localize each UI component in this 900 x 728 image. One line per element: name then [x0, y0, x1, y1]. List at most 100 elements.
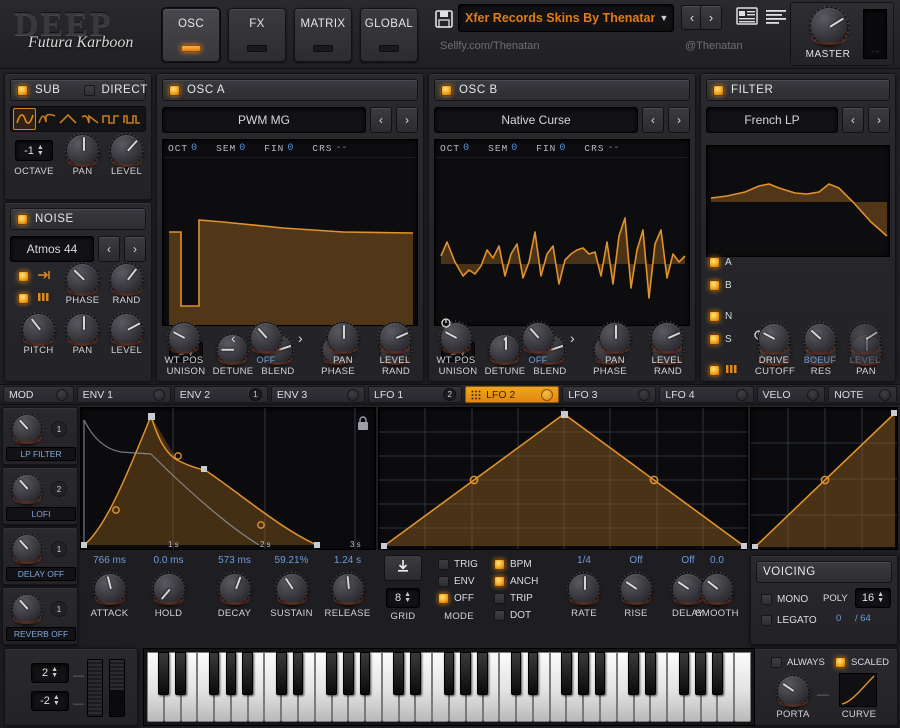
- ramp-wave-icon[interactable]: [79, 108, 100, 130]
- porta-scaled[interactable]: SCALED: [835, 654, 889, 671]
- filter-drive-knob[interactable]: [756, 321, 792, 355]
- black-key[interactable]: [695, 652, 707, 696]
- tab-global[interactable]: GLOBAL: [360, 8, 418, 62]
- black-key[interactable]: [410, 652, 421, 696]
- filter-boeuf-knob[interactable]: [802, 321, 838, 355]
- pitch-wheel[interactable]: [87, 659, 103, 717]
- direct-toggle[interactable]: [84, 84, 96, 96]
- black-key[interactable]: [678, 652, 690, 696]
- osc-a-next-button[interactable]: ›: [396, 107, 418, 133]
- pulse-wave-icon[interactable]: [122, 108, 143, 130]
- lfo-sync-anch-led[interactable]: [494, 576, 505, 587]
- lfo-display[interactable]: [378, 407, 748, 550]
- preset-selector[interactable]: Xfer Records Skins By Thenatan ▼: [458, 4, 674, 32]
- tab-env-3[interactable]: ENV 3: [270, 386, 366, 403]
- black-key[interactable]: [292, 652, 304, 696]
- fx-slot-lp-filter[interactable]: 1 LP FILTER: [2, 407, 78, 465]
- fx-slot-lofi[interactable]: 2 LOFI: [2, 467, 78, 525]
- black-key[interactable]: [460, 652, 472, 696]
- black-key[interactable]: [577, 652, 589, 696]
- black-key[interactable]: [510, 652, 522, 696]
- black-key[interactable]: [628, 652, 639, 696]
- lfo-mode-off-led[interactable]: [438, 593, 449, 604]
- mod-curve-display[interactable]: [750, 407, 898, 550]
- filter-response-display[interactable]: [706, 145, 890, 257]
- noise-enable-led[interactable]: [17, 213, 28, 225]
- fx-delay-knob[interactable]: [11, 533, 43, 564]
- noise-pitch-knob[interactable]: [20, 311, 57, 346]
- tab-note-ring[interactable]: [878, 388, 891, 401]
- lfo-smooth-knob[interactable]: [699, 571, 735, 605]
- tab-lfo-4[interactable]: LFO 4: [659, 386, 754, 403]
- lfo-mode-env-led[interactable]: [438, 576, 449, 587]
- osc-b-crs-value[interactable]: --: [607, 143, 619, 154]
- lfo-mode-off[interactable]: OFF: [438, 590, 478, 607]
- lfo-mode-trig-led[interactable]: [438, 559, 449, 570]
- sustain-knob[interactable]: [274, 571, 310, 605]
- black-key[interactable]: [359, 652, 371, 696]
- lfo-rate-knob[interactable]: [566, 571, 602, 605]
- menu-list-icon[interactable]: [764, 6, 788, 28]
- porta-curve-display[interactable]: [839, 673, 877, 707]
- osc-a-enable-led[interactable]: [169, 84, 180, 96]
- porta-scaled-row[interactable]: SCALED: [835, 654, 889, 671]
- osc-a-display[interactable]: OCT 0 SEM 0 FIN 0 CRS --: [162, 139, 418, 326]
- sub-pan-knob[interactable]: [64, 132, 101, 167]
- osc-b-wavetable-name[interactable]: Native Curse: [434, 107, 638, 133]
- pitchbend-down-stepper[interactable]: -2 ▲ ▼: [31, 691, 69, 711]
- white-key[interactable]: [734, 652, 751, 722]
- tab-matrix[interactable]: MATRIX: [294, 8, 352, 62]
- black-key[interactable]: [208, 652, 220, 696]
- porta-always-row[interactable]: ALWAYS: [771, 654, 825, 671]
- saw-wave-icon[interactable]: [36, 108, 57, 130]
- osc-b-wt-mode-knob[interactable]: [520, 320, 556, 354]
- fx-slot-delay[interactable]: 1 DELAY OFF: [2, 527, 78, 585]
- black-key[interactable]: [342, 652, 354, 696]
- black-key[interactable]: [225, 652, 237, 696]
- triangle-wave-icon[interactable]: [58, 108, 79, 130]
- black-key[interactable]: [326, 652, 337, 696]
- filter-enable-led[interactable]: [713, 84, 724, 96]
- filter-route-a-led[interactable]: [709, 257, 720, 268]
- twitter-handle[interactable]: @Thenatan: [685, 40, 743, 52]
- tab-velo-ring[interactable]: [807, 388, 820, 401]
- hold-knob[interactable]: [151, 571, 187, 605]
- noise-pan-knob[interactable]: [64, 311, 101, 346]
- black-key[interactable]: [242, 652, 254, 696]
- preset-next-button[interactable]: ›: [700, 5, 722, 30]
- black-key[interactable]: [527, 652, 539, 696]
- lfo-mode-trig[interactable]: TRIG: [438, 556, 478, 573]
- lfo-sync-dot-led[interactable]: [494, 610, 505, 621]
- osc-a-oct-value[interactable]: 0: [191, 143, 197, 154]
- osc-b-enable-led[interactable]: [441, 84, 452, 96]
- decay-knob[interactable]: [217, 571, 253, 605]
- voicing-legato[interactable]: LEGATO: [761, 612, 817, 629]
- mod-wheel[interactable]: [109, 659, 125, 717]
- voicing-legato-led[interactable]: [761, 615, 772, 626]
- voicing-legato-row[interactable]: LEGATO: [761, 612, 817, 629]
- osc-b-prev-button[interactable]: ‹: [642, 107, 664, 133]
- lfo-sync-trip[interactable]: TRIP: [494, 590, 538, 607]
- tab-lfo-1[interactable]: LFO 1 2: [368, 386, 463, 403]
- lfo-grid-stepper[interactable]: 8 ▲ ▼: [386, 588, 420, 608]
- master-knob[interactable]: [808, 5, 850, 45]
- noise-header[interactable]: NOISE: [10, 208, 146, 230]
- sub-octave-stepper[interactable]: -1 ▲ ▼: [15, 140, 53, 161]
- envelope-display[interactable]: 1 s 2 s 3 s: [80, 407, 376, 550]
- tab-lfo-4-ring[interactable]: [735, 388, 748, 401]
- sine-wave-icon[interactable]: [13, 108, 37, 130]
- porta-knob[interactable]: [775, 673, 811, 707]
- lfo-import-button[interactable]: [384, 555, 422, 581]
- osc-a-sem-value[interactable]: 0: [239, 143, 245, 154]
- filter-route-b[interactable]: B: [709, 277, 739, 294]
- tab-lfo-2[interactable]: LFO 2: [465, 386, 560, 403]
- porta-always-led[interactable]: [771, 657, 782, 668]
- black-key[interactable]: [275, 652, 287, 696]
- keyboard-keys[interactable]: [147, 652, 751, 722]
- osc-a-fin-value[interactable]: 0: [287, 143, 293, 154]
- lfo-sync-anch[interactable]: ANCH: [494, 573, 538, 590]
- noise-phase-knob[interactable]: [64, 261, 101, 296]
- filter-level-knob[interactable]: [847, 321, 883, 355]
- porta-scaled-led[interactable]: [835, 657, 846, 668]
- floppy-disk-icon[interactable]: [434, 8, 454, 30]
